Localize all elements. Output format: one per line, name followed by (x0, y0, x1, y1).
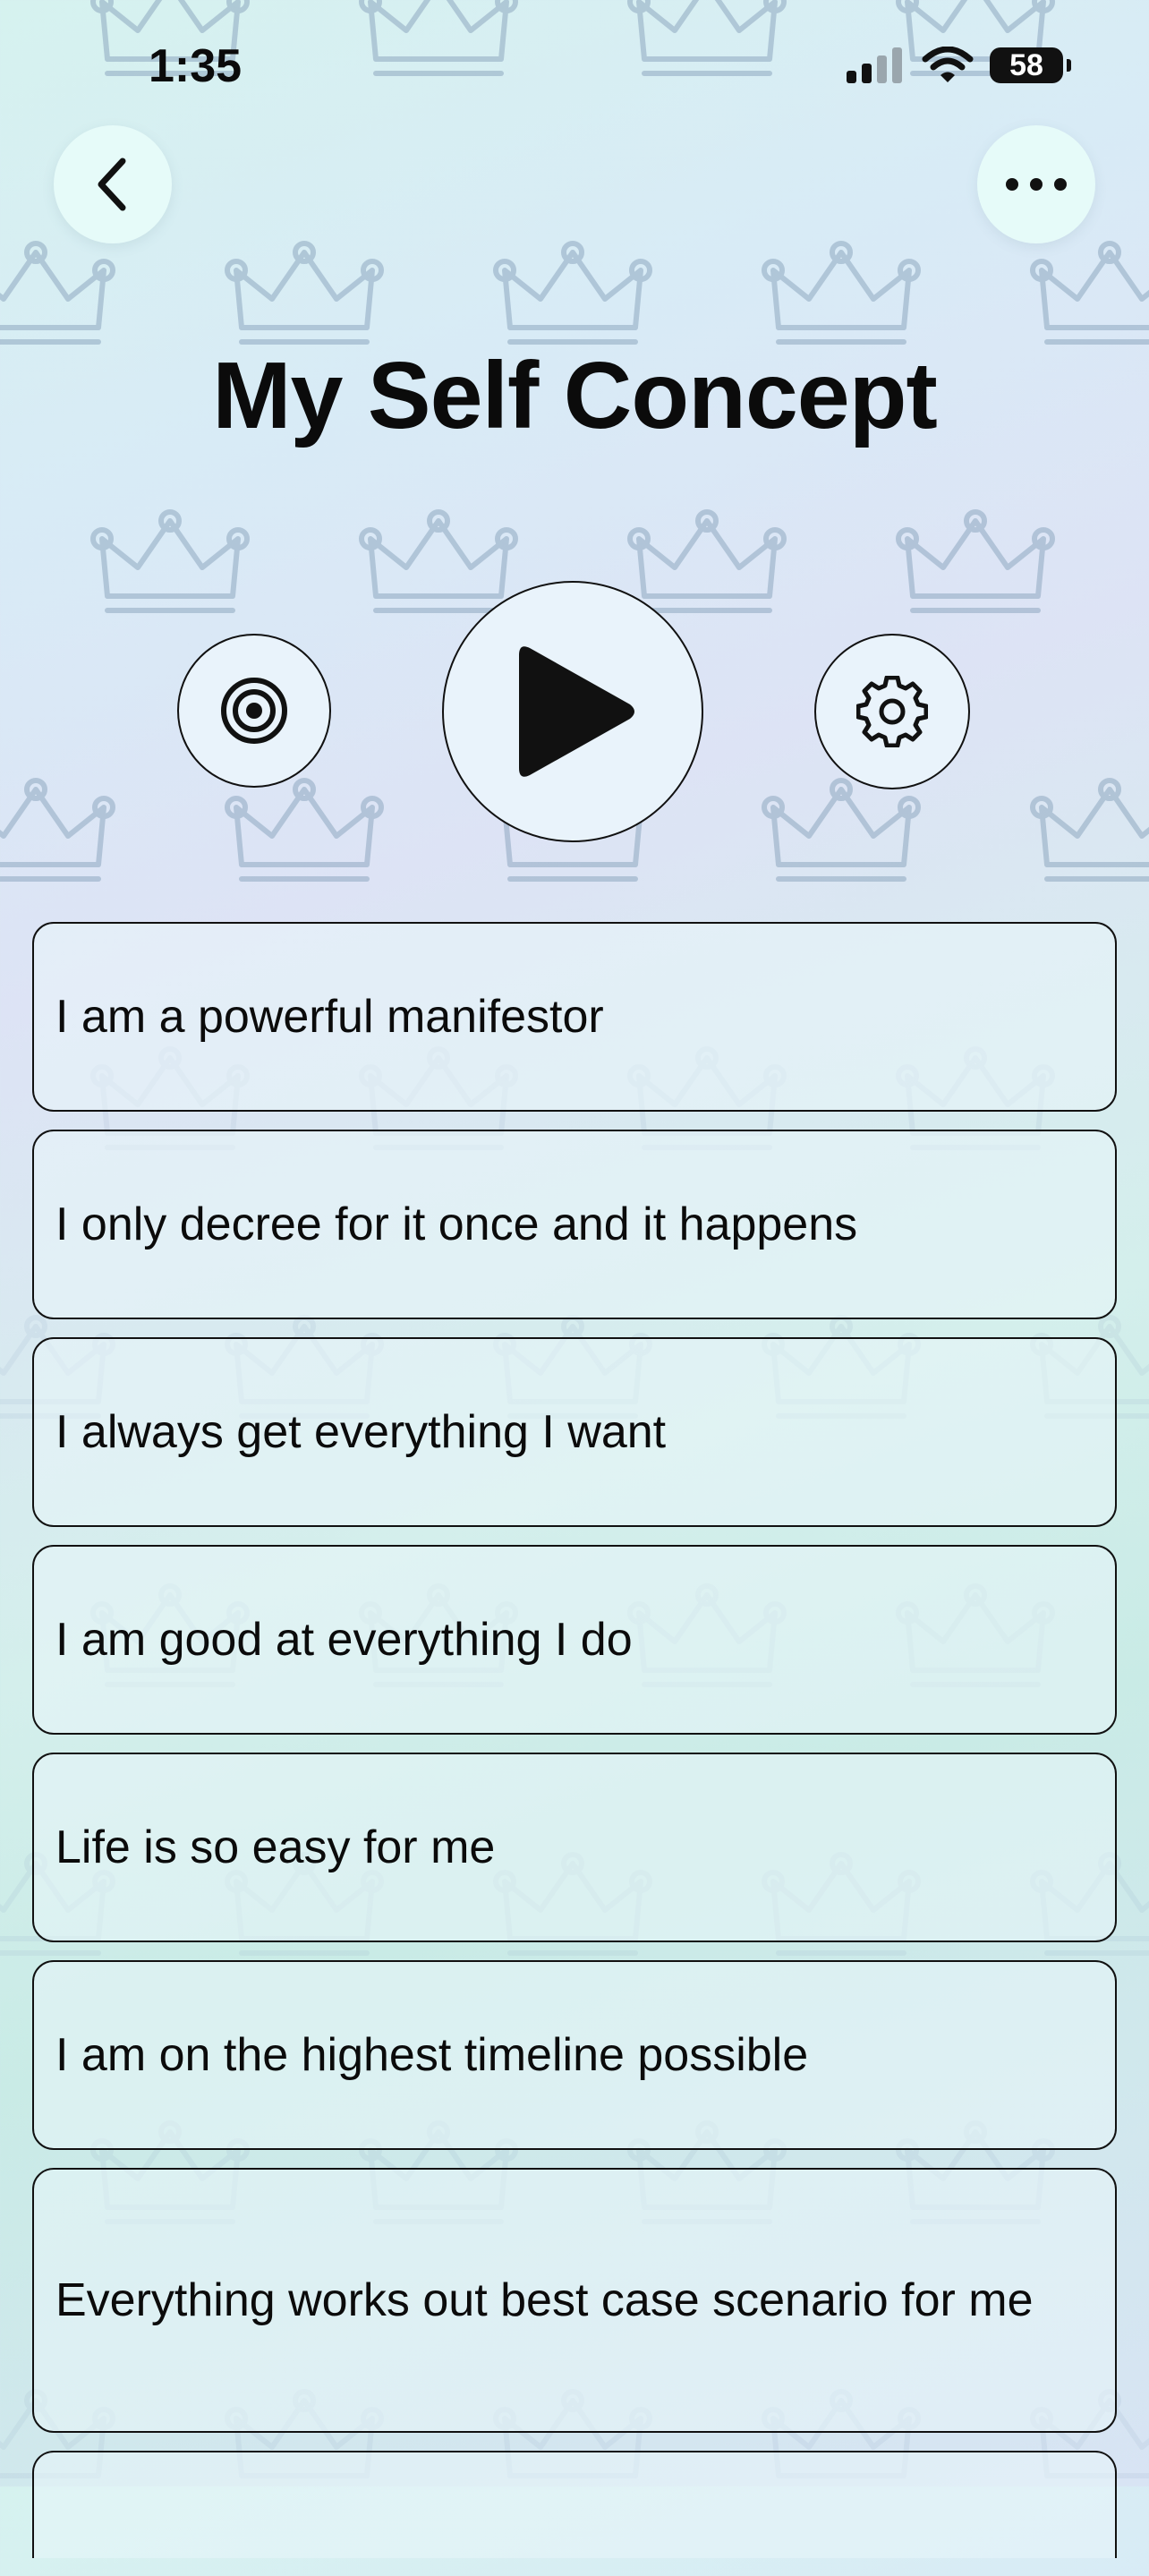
affirmation-text: I always get everything I want (55, 1406, 667, 1458)
affirmation-text: Life is so easy for me (55, 1821, 496, 1873)
focus-target-button[interactable] (177, 634, 331, 788)
affirmation-list: I am a powerful manifestor I only decree… (32, 922, 1117, 2576)
target-icon (221, 678, 287, 744)
status-time: 1:35 (149, 40, 243, 92)
affirmation-card-partial[interactable] (32, 2451, 1117, 2558)
affirmation-text: I am on the highest timeline possible (55, 2029, 809, 2081)
back-button[interactable] (54, 125, 172, 243)
play-button[interactable] (442, 581, 703, 842)
affirmation-card[interactable]: I am a powerful manifestor (32, 922, 1117, 1112)
wifi-icon (922, 47, 974, 82)
affirmation-text: Everything works out best case scenario … (55, 2274, 1034, 2326)
affirmation-card[interactable]: Life is so easy for me (32, 1753, 1117, 1942)
affirmation-text: I am a powerful manifestor (55, 991, 604, 1043)
settings-button[interactable] (814, 634, 970, 789)
play-icon (519, 646, 634, 777)
affirmation-card[interactable]: I am on the highest timeline possible (32, 1960, 1117, 2150)
more-options-button[interactable] (977, 125, 1095, 243)
page-title: My Self Concept (212, 343, 938, 448)
battery-indicator: 58 (990, 47, 1071, 83)
status-bar: 1:35 58 (0, 0, 1149, 125)
ellipsis-icon (1006, 178, 1067, 191)
cellular-signal-icon (847, 47, 902, 83)
affirmation-card[interactable]: I am good at everything I do (32, 1545, 1117, 1735)
chevron-left-icon (98, 158, 126, 211)
affirmation-card[interactable]: I only decree for it once and it happens (32, 1130, 1117, 1319)
affirmation-card[interactable]: I always get everything I want (32, 1337, 1117, 1527)
gear-icon (856, 676, 928, 747)
affirmation-text: I only decree for it once and it happens (55, 1198, 858, 1250)
status-icons: 58 (847, 47, 1071, 84)
affirmation-text: I am good at everything I do (55, 1614, 633, 1666)
affirmation-card[interactable]: Everything works out best case scenario … (32, 2168, 1117, 2433)
